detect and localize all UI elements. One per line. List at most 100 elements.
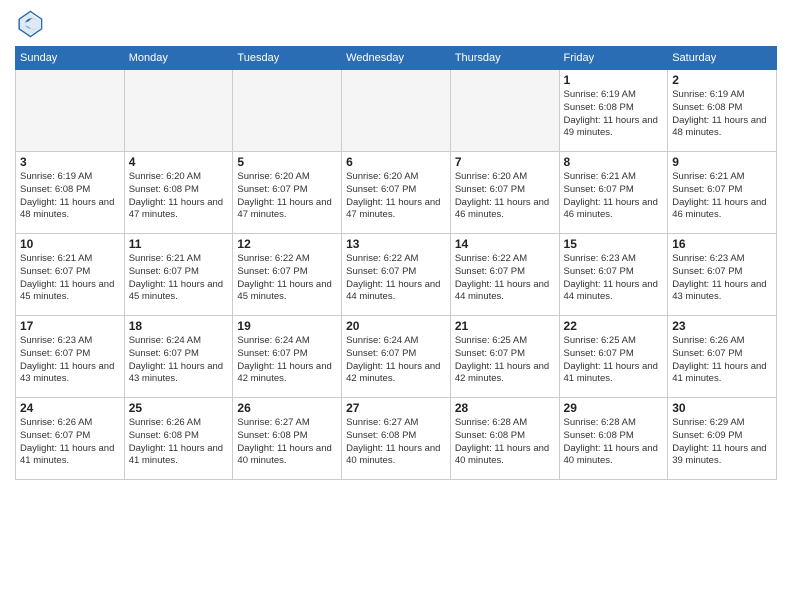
day-number: 14 [455,237,555,251]
calendar-header-row: SundayMondayTuesdayWednesdayThursdayFrid… [16,47,777,70]
calendar-cell: 30 Sunrise: 6:29 AMSunset: 6:09 PMDayligh… [668,398,777,480]
day-number: 25 [129,401,229,415]
calendar-cell: 7 Sunrise: 6:20 AMSunset: 6:07 PMDaylight… [450,152,559,234]
day-number: 26 [237,401,337,415]
week-row-5: 24 Sunrise: 6:26 AMSunset: 6:07 PMDayligh… [16,398,777,480]
day-info: Sunrise: 6:23 AMSunset: 6:07 PMDaylight:… [672,253,772,304]
day-info: Sunrise: 6:22 AMSunset: 6:07 PMDaylight:… [346,253,446,304]
calendar-cell: 1 Sunrise: 6:19 AMSunset: 6:08 PMDaylight… [559,70,668,152]
calendar-cell: 3 Sunrise: 6:19 AMSunset: 6:08 PMDaylight… [16,152,125,234]
calendar-cell: 20 Sunrise: 6:24 AMSunset: 6:07 PMDayligh… [342,316,451,398]
day-info: Sunrise: 6:20 AMSunset: 6:07 PMDaylight:… [346,171,446,222]
day-number: 21 [455,319,555,333]
calendar-cell: 26 Sunrise: 6:27 AMSunset: 6:08 PMDayligh… [233,398,342,480]
calendar-cell: 13 Sunrise: 6:22 AMSunset: 6:07 PMDayligh… [342,234,451,316]
day-number: 3 [20,155,120,169]
calendar-cell: 18Sunrise: 6:24 AMSunset: 6:07 PMDayligh… [124,316,233,398]
day-header-sunday: Sunday [16,47,125,70]
calendar-cell: 11 Sunrise: 6:21 AMSunset: 6:07 PMDayligh… [124,234,233,316]
week-row-1: 1 Sunrise: 6:19 AMSunset: 6:08 PMDaylight… [16,70,777,152]
day-info: Sunrise: 6:26 AMSunset: 6:07 PMDaylight:… [20,417,120,468]
day-number: 27 [346,401,446,415]
day-header-thursday: Thursday [450,47,559,70]
day-number: 9 [672,155,772,169]
day-info: Sunrise: 6:24 AMSunset: 6:07 PMDaylight:… [237,335,337,386]
day-number: 23 [672,319,772,333]
logo-icon [15,10,43,38]
day-info: Sunrise: 6:25 AMSunset: 6:07 PMDaylight:… [564,335,664,386]
day-header-wednesday: Wednesday [342,47,451,70]
day-header-saturday: Saturday [668,47,777,70]
day-number: 24 [20,401,120,415]
day-info: Sunrise: 6:26 AMSunset: 6:07 PMDaylight:… [672,335,772,386]
calendar-cell: 6 Sunrise: 6:20 AMSunset: 6:07 PMDaylight… [342,152,451,234]
calendar-cell: 17 Sunrise: 6:23 AMSunset: 6:07 PMDayligh… [16,316,125,398]
calendar-cell: 10 Sunrise: 6:21 AMSunset: 6:07 PMDayligh… [16,234,125,316]
calendar-cell: 29 Sunrise: 6:28 AMSunset: 6:08 PMDayligh… [559,398,668,480]
day-info: Sunrise: 6:21 AMSunset: 6:07 PMDaylight:… [672,171,772,222]
day-number: 17 [20,319,120,333]
calendar-cell: 28Sunrise: 6:28 AMSunset: 6:08 PMDayligh… [450,398,559,480]
calendar-cell: 2Sunrise: 6:19 AMSunset: 6:08 PMDaylight… [668,70,777,152]
day-info: Sunrise: 6:27 AMSunset: 6:08 PMDaylight:… [237,417,337,468]
day-number: 12 [237,237,337,251]
week-row-4: 17 Sunrise: 6:23 AMSunset: 6:07 PMDayligh… [16,316,777,398]
day-number: 19 [237,319,337,333]
day-info: Sunrise: 6:22 AMSunset: 6:07 PMDaylight:… [237,253,337,304]
day-header-friday: Friday [559,47,668,70]
calendar-cell: 5Sunrise: 6:20 AMSunset: 6:07 PMDaylight… [233,152,342,234]
day-number: 6 [346,155,446,169]
calendar-cell: 19 Sunrise: 6:24 AMSunset: 6:07 PMDayligh… [233,316,342,398]
day-number: 30 [672,401,772,415]
day-info: Sunrise: 6:26 AMSunset: 6:08 PMDaylight:… [129,417,229,468]
day-info: Sunrise: 6:28 AMSunset: 6:08 PMDaylight:… [564,417,664,468]
calendar-cell: 22 Sunrise: 6:25 AMSunset: 6:07 PMDayligh… [559,316,668,398]
day-info: Sunrise: 6:27 AMSunset: 6:08 PMDaylight:… [346,417,446,468]
day-number: 20 [346,319,446,333]
day-info: Sunrise: 6:20 AMSunset: 6:07 PMDaylight:… [455,171,555,222]
calendar-table: SundayMondayTuesdayWednesdayThursdayFrid… [15,46,777,480]
day-number: 13 [346,237,446,251]
day-info: Sunrise: 6:22 AMSunset: 6:07 PMDaylight:… [455,253,555,304]
page: SundayMondayTuesdayWednesdayThursdayFrid… [0,0,792,490]
day-number: 18 [129,319,229,333]
day-info: Sunrise: 6:25 AMSunset: 6:07 PMDaylight:… [455,335,555,386]
day-info: Sunrise: 6:19 AMSunset: 6:08 PMDaylight:… [672,89,772,140]
calendar-cell: 27 Sunrise: 6:27 AMSunset: 6:08 PMDayligh… [342,398,451,480]
day-info: Sunrise: 6:21 AMSunset: 6:07 PMDaylight:… [564,171,664,222]
day-info: Sunrise: 6:23 AMSunset: 6:07 PMDaylight:… [20,335,120,386]
calendar-cell [233,70,342,152]
day-number: 7 [455,155,555,169]
calendar-cell: 4Sunrise: 6:20 AMSunset: 6:08 PMDaylight… [124,152,233,234]
calendar-cell: 14 Sunrise: 6:22 AMSunset: 6:07 PMDayligh… [450,234,559,316]
week-row-3: 10 Sunrise: 6:21 AMSunset: 6:07 PMDayligh… [16,234,777,316]
calendar-cell: 23 Sunrise: 6:26 AMSunset: 6:07 PMDayligh… [668,316,777,398]
day-header-tuesday: Tuesday [233,47,342,70]
day-number: 29 [564,401,664,415]
week-row-2: 3 Sunrise: 6:19 AMSunset: 6:08 PMDaylight… [16,152,777,234]
day-info: Sunrise: 6:19 AMSunset: 6:08 PMDaylight:… [564,89,664,140]
day-info: Sunrise: 6:24 AMSunset: 6:07 PMDaylight:… [346,335,446,386]
calendar-cell: 9 Sunrise: 6:21 AMSunset: 6:07 PMDaylight… [668,152,777,234]
day-info: Sunrise: 6:19 AMSunset: 6:08 PMDaylight:… [20,171,120,222]
day-number: 10 [20,237,120,251]
calendar-cell [450,70,559,152]
day-info: Sunrise: 6:21 AMSunset: 6:07 PMDaylight:… [129,253,229,304]
day-number: 22 [564,319,664,333]
calendar-cell [124,70,233,152]
header [15,10,777,38]
calendar-cell: 12 Sunrise: 6:22 AMSunset: 6:07 PMDayligh… [233,234,342,316]
calendar-cell [342,70,451,152]
day-number: 8 [564,155,664,169]
day-number: 15 [564,237,664,251]
day-info: Sunrise: 6:21 AMSunset: 6:07 PMDaylight:… [20,253,120,304]
calendar-cell: 25 Sunrise: 6:26 AMSunset: 6:08 PMDayligh… [124,398,233,480]
day-number: 5 [237,155,337,169]
day-number: 28 [455,401,555,415]
day-info: Sunrise: 6:29 AMSunset: 6:09 PMDaylight:… [672,417,772,468]
day-info: Sunrise: 6:20 AMSunset: 6:08 PMDaylight:… [129,171,229,222]
day-number: 1 [564,73,664,87]
day-number: 11 [129,237,229,251]
logo [15,10,47,38]
day-number: 16 [672,237,772,251]
